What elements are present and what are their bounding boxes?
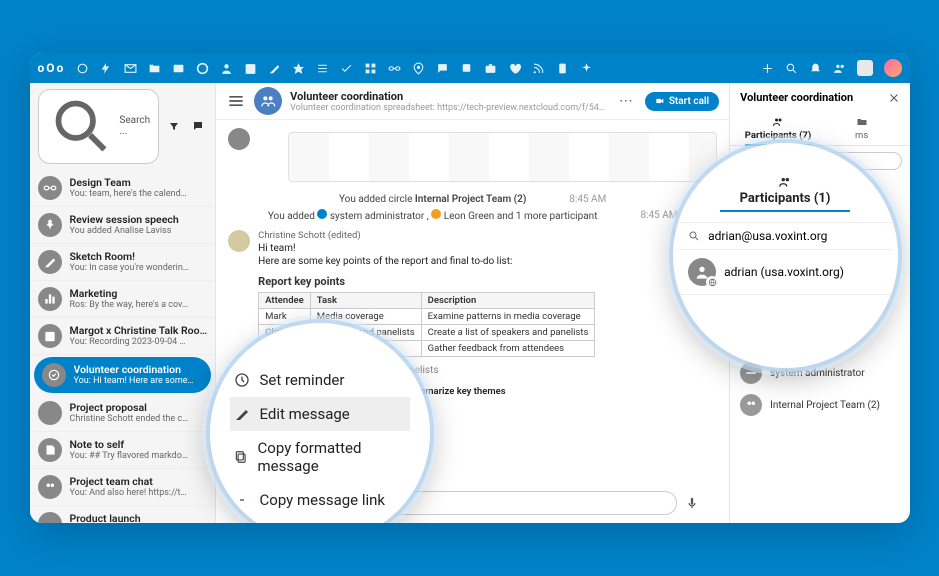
conversation-row[interactable]: Product launchYou: by_mathilde_langevin … bbox=[30, 506, 216, 523]
system-message: You added circle Internal Project Team (… bbox=[228, 194, 717, 205]
more-menu-button[interactable]: ⋯ bbox=[615, 93, 637, 109]
search-top-icon[interactable] bbox=[785, 62, 798, 75]
pencil-icon bbox=[43, 255, 57, 269]
briefcase-icon[interactable] bbox=[484, 62, 497, 75]
pin-icon bbox=[43, 218, 57, 232]
magnifier-participants: Participants (1) adrian@usa.voxint.org a… bbox=[673, 143, 898, 368]
message-line: Here are some key points of the report a… bbox=[258, 256, 717, 267]
location-icon[interactable] bbox=[412, 62, 425, 75]
topbar: oOo bbox=[30, 53, 910, 83]
pencil-icon bbox=[234, 406, 250, 422]
bell-icon[interactable] bbox=[809, 62, 822, 75]
dashboard-icon[interactable] bbox=[76, 62, 89, 75]
conversation-row[interactable]: Sketch Room!You: In case you're wonderin… bbox=[30, 244, 216, 281]
system-message: You added system administrator , Leon Gr… bbox=[228, 209, 717, 222]
close-icon[interactable] bbox=[888, 92, 900, 104]
lens-participants-title: Participants (1) bbox=[740, 175, 831, 206]
filter-button[interactable] bbox=[165, 117, 183, 135]
app-logo[interactable]: oOo bbox=[38, 61, 66, 75]
files-icon[interactable] bbox=[148, 62, 161, 75]
star-icon[interactable] bbox=[292, 62, 305, 75]
report-title: Report key points bbox=[258, 275, 717, 288]
menu-edit-message[interactable]: Edit message bbox=[230, 397, 410, 431]
embedded-chart bbox=[288, 132, 717, 182]
calendar-icon[interactable] bbox=[244, 62, 257, 75]
conversation-row[interactable]: Review session speechYou added Analise L… bbox=[30, 207, 216, 244]
menu-copy-formatted[interactable]: Copy formatted message bbox=[230, 431, 410, 483]
conversation-row[interactable]: Design TeamYou: team, here's the calend… bbox=[30, 170, 216, 207]
panel-title: Volunteer coordination bbox=[740, 91, 853, 104]
video-icon bbox=[655, 96, 665, 106]
avatar bbox=[228, 128, 250, 150]
chat-icon[interactable] bbox=[436, 62, 449, 75]
group-icon bbox=[43, 480, 57, 494]
start-call-button[interactable]: Start call bbox=[645, 92, 719, 111]
conversation-row[interactable]: Note to selfYou: ## Try flavored markdo… bbox=[30, 432, 216, 469]
talk-icon[interactable] bbox=[196, 62, 209, 75]
app-window: oOo bbox=[30, 53, 910, 523]
magnify-icon bbox=[47, 92, 116, 161]
participant-row[interactable]: Internal Project Team (2) bbox=[734, 389, 905, 421]
lens-search-result[interactable]: adrian (usa.voxint.org) bbox=[678, 250, 892, 295]
current-user-avatar[interactable] bbox=[884, 59, 902, 77]
clipboard-icon[interactable] bbox=[556, 62, 569, 75]
link-icon bbox=[43, 181, 57, 195]
globe-badge bbox=[706, 276, 718, 288]
fragment-text: panelists bbox=[398, 365, 717, 376]
conversation-row[interactable]: Project team chatYou: And also here! htt… bbox=[30, 469, 216, 506]
magnify-icon bbox=[688, 230, 700, 242]
sparkle-icon[interactable] bbox=[580, 62, 593, 75]
contacts-icon[interactable] bbox=[220, 62, 233, 75]
microphone-icon[interactable] bbox=[685, 496, 699, 510]
conversation-row[interactable]: Margot x Christine Talk Roo…You: Recordi… bbox=[30, 318, 216, 355]
menu-copy-link[interactable]: Copy message link bbox=[230, 483, 410, 517]
volunteer-icon bbox=[47, 368, 61, 382]
group-icon bbox=[772, 116, 784, 128]
menu-set-reminder[interactable]: Set reminder bbox=[230, 363, 410, 397]
tab-participants[interactable]: Participants (7) bbox=[736, 112, 820, 145]
group-icon bbox=[744, 398, 758, 412]
menu-icon[interactable] bbox=[226, 91, 246, 111]
message-line: Hi team! bbox=[258, 243, 717, 254]
conversation-subtitle: Volunteer coordination spreadsheet: http… bbox=[290, 103, 607, 113]
notes-icon[interactable] bbox=[268, 62, 281, 75]
admin-icon bbox=[744, 366, 758, 380]
search-input[interactable]: Search ... bbox=[38, 89, 160, 164]
chart-icon bbox=[43, 292, 57, 306]
conversation-avatar bbox=[254, 87, 282, 115]
clock-icon bbox=[234, 372, 250, 388]
people-icon[interactable] bbox=[833, 62, 846, 75]
link-icon[interactable] bbox=[388, 62, 401, 75]
result-avatar bbox=[688, 258, 716, 286]
tab-other[interactable]: ms bbox=[820, 112, 904, 145]
mail-icon[interactable] bbox=[124, 62, 137, 75]
conversation-row-active[interactable]: Volunteer coordinationYou: Hi team! Here… bbox=[34, 357, 212, 393]
chat-header: Volunteer coordination Volunteer coordin… bbox=[216, 83, 729, 120]
user-menu[interactable] bbox=[857, 60, 873, 76]
grid-icon[interactable] bbox=[364, 62, 377, 75]
group-icon bbox=[778, 175, 792, 189]
note-icon bbox=[43, 443, 57, 457]
check-icon[interactable] bbox=[340, 62, 353, 75]
sidebar: Search ... Design TeamYou: team, here's … bbox=[30, 83, 217, 523]
conversation-row[interactable]: MarketingRos: By the way, here's a cov… bbox=[30, 281, 216, 318]
transport-icon[interactable] bbox=[460, 62, 473, 75]
author-avatar bbox=[228, 230, 250, 252]
lens-search-input[interactable]: adrian@usa.voxint.org bbox=[678, 222, 892, 250]
bolt-icon[interactable] bbox=[100, 62, 113, 75]
copy-icon bbox=[234, 449, 248, 465]
magnifier-context-menu: Set reminder Edit message Copy formatted… bbox=[210, 323, 430, 523]
new-conversation-button[interactable] bbox=[189, 117, 207, 135]
conversation-title: Volunteer coordination bbox=[290, 90, 607, 103]
heart-icon[interactable] bbox=[508, 62, 521, 75]
folder-icon bbox=[856, 116, 868, 128]
conversation-row[interactable]: Project proposalChristine Schott ended t… bbox=[30, 395, 216, 432]
photos-icon[interactable] bbox=[172, 62, 185, 75]
add-icon[interactable] bbox=[761, 62, 774, 75]
rss-icon[interactable] bbox=[532, 62, 545, 75]
calendar-icon bbox=[43, 329, 57, 343]
list-icon[interactable] bbox=[316, 62, 329, 75]
author-name: Christine Schott (edited) bbox=[258, 230, 361, 241]
